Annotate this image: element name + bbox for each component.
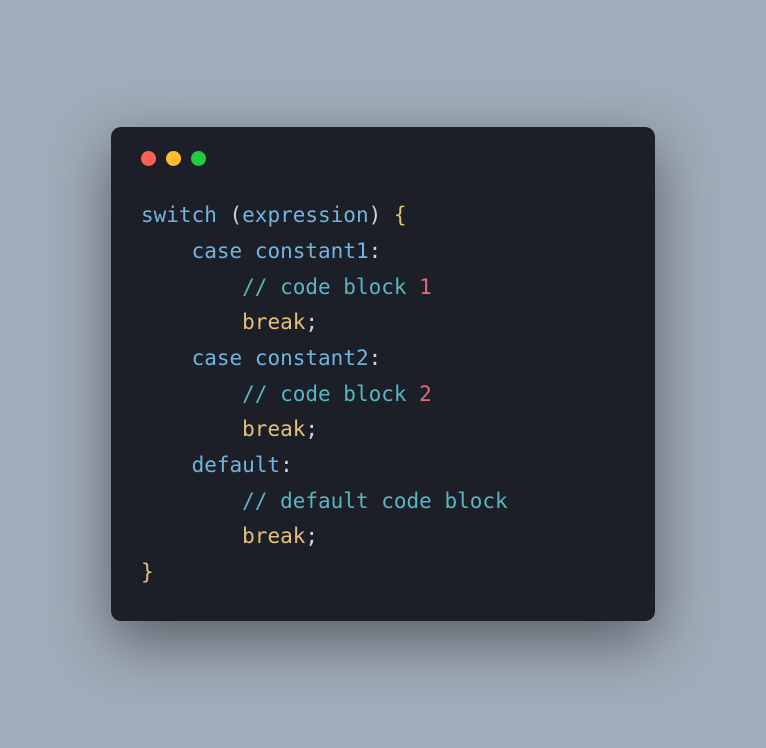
open-paren: ( (217, 203, 242, 227)
code-line: case constant1: (141, 239, 381, 263)
colon: : (369, 346, 382, 370)
identifier-constant2: constant2 (255, 346, 369, 370)
code-window: switch (expression) { case constant1: //… (111, 127, 655, 621)
code-block: switch (expression) { case constant1: //… (141, 198, 625, 591)
close-paren: ) (369, 203, 394, 227)
space (242, 346, 255, 370)
indent (141, 346, 192, 370)
number-literal: 2 (419, 382, 432, 406)
code-line: switch (expression) { (141, 203, 407, 227)
open-brace: { (394, 203, 407, 227)
code-line: // default code block (141, 489, 508, 513)
indent (141, 524, 242, 548)
indent (141, 453, 192, 477)
keyword-break: break (242, 417, 305, 441)
space (242, 239, 255, 263)
colon: : (369, 239, 382, 263)
keyword-case: case (192, 239, 243, 263)
code-line: // code block 1 (141, 275, 432, 299)
comment: // default code block (242, 489, 508, 513)
identifier-constant1: constant1 (255, 239, 369, 263)
close-brace: } (141, 560, 154, 584)
code-line: } (141, 560, 154, 584)
comment: // code block (242, 382, 419, 406)
semicolon: ; (305, 524, 318, 548)
indent (141, 489, 242, 513)
indent (141, 417, 242, 441)
number-literal: 1 (419, 275, 432, 299)
keyword-case: case (192, 346, 243, 370)
traffic-lights (141, 151, 625, 166)
code-line: default: (141, 453, 293, 477)
semicolon: ; (305, 417, 318, 441)
indent (141, 275, 242, 299)
semicolon: ; (305, 310, 318, 334)
close-icon[interactable] (141, 151, 156, 166)
code-line: break; (141, 417, 318, 441)
keyword-break: break (242, 310, 305, 334)
indent (141, 310, 242, 334)
identifier-expression: expression (242, 203, 368, 227)
code-line: break; (141, 524, 318, 548)
code-line: // code block 2 (141, 382, 432, 406)
code-line: break; (141, 310, 318, 334)
minimize-icon[interactable] (166, 151, 181, 166)
comment: // code block (242, 275, 419, 299)
colon: : (280, 453, 293, 477)
code-line: case constant2: (141, 346, 381, 370)
keyword-default: default (192, 453, 281, 477)
indent (141, 239, 192, 263)
keyword-switch: switch (141, 203, 217, 227)
indent (141, 382, 242, 406)
maximize-icon[interactable] (191, 151, 206, 166)
keyword-break: break (242, 524, 305, 548)
